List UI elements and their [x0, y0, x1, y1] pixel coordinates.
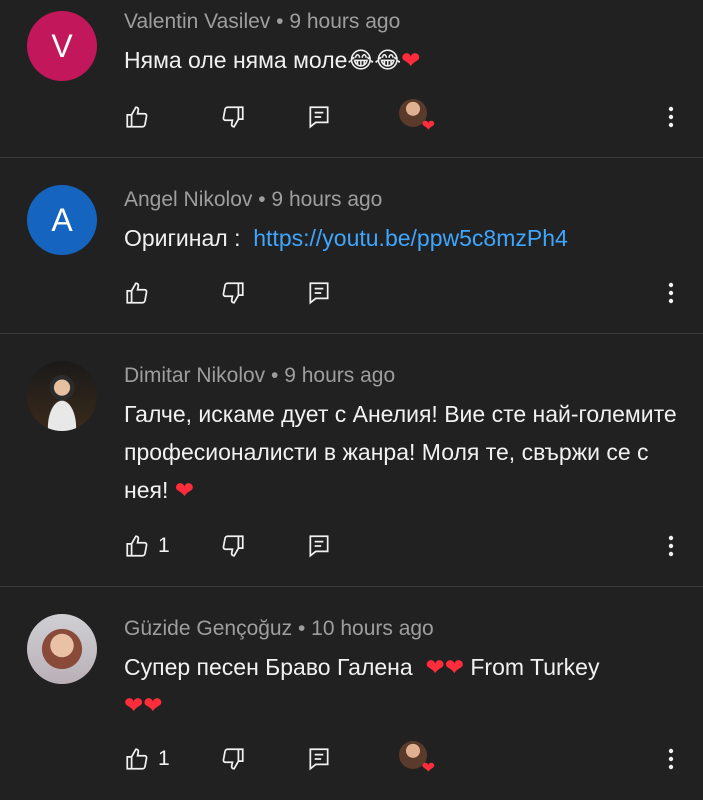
- comment-item: V Valentin Vasilev • 9 hours ago Няма ол…: [0, 0, 703, 158]
- creator-heart-badge: ❤: [399, 739, 435, 779]
- heart-emoji: ❤: [401, 47, 421, 73]
- comment-time: • 9 hours ago: [276, 10, 401, 33]
- more-vert-icon: [668, 535, 674, 557]
- dislike-button[interactable]: [220, 97, 246, 137]
- dislike-button[interactable]: [220, 526, 246, 566]
- comment-text-main: Галче, искаме дует с Анелия! Вие сте най…: [124, 401, 677, 503]
- creator-heart-icon: ❤: [421, 118, 435, 135]
- reply-icon: [309, 748, 329, 771]
- more-options-button[interactable]: [659, 97, 683, 137]
- comment-time: • 9 hours ago: [258, 188, 383, 211]
- thumb-down-icon: [222, 282, 244, 304]
- thumb-up-icon: [126, 106, 148, 128]
- thumb-up-icon: [126, 748, 148, 770]
- reply-icon: [309, 535, 329, 558]
- like-count: 1: [158, 747, 170, 770]
- comment-item: Güzide Gençoğuz • 10 hours ago Супер пес…: [0, 587, 703, 800]
- comment-text: Супер песен Браво Галена ❤❤ From Turkey ❤…: [124, 648, 679, 724]
- avatar[interactable]: [27, 361, 97, 431]
- reply-button[interactable]: [306, 739, 332, 779]
- heart-emoji: ❤: [174, 477, 195, 503]
- comment-meta: Valentin Vasilev • 9 hours ago: [124, 10, 400, 34]
- like-button[interactable]: [124, 273, 150, 313]
- reply-button[interactable]: [306, 97, 332, 137]
- like-button[interactable]: 1: [124, 526, 170, 566]
- author-name[interactable]: Dimitar Nikolov: [124, 364, 265, 387]
- dislike-button[interactable]: [220, 739, 246, 779]
- emoji-text: 😂😂: [347, 47, 402, 73]
- comment-text-main: Няма оле няма моле: [124, 47, 348, 73]
- reply-icon: [309, 106, 329, 129]
- comment-time: • 9 hours ago: [271, 364, 396, 387]
- heart-emoji: ❤❤: [124, 692, 163, 718]
- comment-text-main: Оригинал :: [124, 225, 247, 251]
- like-button[interactable]: 1: [124, 739, 170, 779]
- more-options-button[interactable]: [659, 739, 683, 779]
- reply-icon: [309, 282, 329, 305]
- comment-link[interactable]: https://youtu.be/ppw5c8mzPh4: [253, 225, 568, 251]
- comment-item: A Angel Nikolov • 9 hours ago Оригинал :…: [0, 158, 703, 334]
- comment-actions: 1: [124, 526, 703, 566]
- comment-text: Галче, искаме дует с Анелия! Вие сте най…: [124, 395, 679, 509]
- avatar-letter: V: [51, 27, 73, 64]
- more-vert-icon: [668, 282, 674, 304]
- reply-button[interactable]: [306, 526, 332, 566]
- like-count: 1: [158, 534, 170, 557]
- comment-item: Dimitar Nikolov • 9 hours ago Галче, иск…: [0, 334, 703, 587]
- avatar[interactable]: A: [27, 185, 97, 255]
- comment-meta: Güzide Gençoğuz • 10 hours ago: [124, 617, 434, 641]
- comment-text: Няма оле няма моле😂😂❤: [124, 41, 679, 79]
- comment-text: Оригинал : https://youtu.be/ppw5c8mzPh4: [124, 219, 679, 257]
- comment-actions: [124, 273, 703, 313]
- more-vert-icon: [668, 106, 674, 128]
- avatar-letter: A: [51, 201, 73, 238]
- more-options-button[interactable]: [659, 273, 683, 313]
- author-name[interactable]: Valentin Vasilev: [124, 10, 270, 33]
- comment-time: • 10 hours ago: [297, 617, 434, 640]
- comment-actions: 1 ❤: [124, 739, 703, 779]
- thumb-down-icon: [222, 535, 244, 557]
- avatar[interactable]: [27, 614, 97, 684]
- thumb-down-icon: [222, 748, 244, 770]
- thumb-up-icon: [126, 535, 148, 557]
- author-name[interactable]: Güzide Gençoğuz: [124, 617, 292, 640]
- comment-actions: ❤: [124, 97, 703, 137]
- more-vert-icon: [668, 748, 674, 770]
- reply-button[interactable]: [306, 273, 332, 313]
- comment-text-before: Супер песен Браво Галена: [124, 654, 426, 680]
- more-options-button[interactable]: [659, 526, 683, 566]
- thumb-down-icon: [222, 106, 244, 128]
- creator-heart-icon: ❤: [421, 760, 435, 777]
- heart-emoji: ❤❤: [425, 654, 464, 680]
- dislike-button[interactable]: [220, 273, 246, 313]
- comment-meta: Angel Nikolov • 9 hours ago: [124, 188, 382, 212]
- comment-text-after: From Turkey: [463, 654, 600, 680]
- avatar[interactable]: V: [27, 11, 97, 81]
- author-name[interactable]: Angel Nikolov: [124, 188, 252, 211]
- comment-meta: Dimitar Nikolov • 9 hours ago: [124, 364, 395, 388]
- like-button[interactable]: [124, 97, 150, 137]
- thumb-up-icon: [126, 282, 148, 304]
- creator-heart-badge: ❤: [399, 97, 435, 137]
